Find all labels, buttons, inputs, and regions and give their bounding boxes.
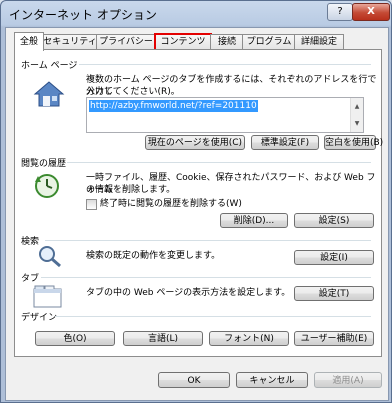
general-tab-panel: ホーム ページ 複数のホーム ページのタブを作成するには、それぞれのアドレスを行… — [14, 49, 383, 357]
search-settings-button[interactable]: 設定(I) — [294, 250, 374, 265]
history-settings-button[interactable]: 設定(S) — [294, 213, 374, 228]
tab-programs[interactable]: プログラム — [242, 34, 296, 50]
home-page-heading: ホーム ページ — [21, 61, 78, 71]
divider — [45, 240, 371, 241]
close-button[interactable]: X — [352, 3, 390, 21]
apply-button[interactable]: 適用(A) — [314, 372, 382, 388]
delete-on-exit-checkbox[interactable] — [86, 199, 97, 210]
tabs-settings-button[interactable]: 設定(T) — [294, 286, 374, 301]
use-default-button[interactable]: 標準設定(F) — [251, 135, 319, 150]
languages-button[interactable]: 言語(L) — [123, 331, 203, 346]
design-heading: デザイン — [21, 313, 58, 323]
home-page-url-text: http://azby.fmworld.net/?ref=201110 — [89, 100, 258, 112]
tabs-description: タブの中の Web ページの表示方法を設定します。 — [86, 288, 291, 298]
colors-button[interactable]: 色(O) — [35, 331, 115, 346]
dialog-client: 全般 セキュリティ プライバシー コンテンツ 接続 プログラム 詳細設定 ホーム… — [5, 27, 389, 401]
fonts-button[interactable]: フォント(N) — [209, 331, 289, 346]
use-current-button[interactable]: 現在のページを使用(C) — [145, 135, 245, 150]
title-bar[interactable]: インターネット オプション ? X — [1, 1, 391, 27]
url-scrollbar[interactable]: ▲ ▼ — [350, 98, 363, 132]
delete-history-button[interactable]: 削除(D)... — [220, 213, 288, 228]
tab-advanced[interactable]: 詳細設定 — [294, 34, 344, 50]
tab-security[interactable]: セキュリティ — [42, 34, 98, 50]
tab-privacy[interactable]: プライバシー — [96, 34, 156, 50]
tab-content[interactable]: コンテンツ — [154, 33, 212, 51]
window-title: インターネット オプション — [9, 8, 157, 22]
internet-options-window: インターネット オプション ? X 全般 セキュリティ プライバシー コンテンツ… — [0, 0, 392, 403]
browsing-history-heading: 閲覧の履歴 — [21, 159, 67, 169]
history-clock-icon — [35, 174, 59, 198]
use-blank-button[interactable]: 空白を使用(B) — [324, 135, 383, 150]
divider — [67, 162, 371, 163]
tab-connections[interactable]: 接続 — [210, 34, 244, 50]
cancel-button[interactable]: キャンセル — [236, 372, 308, 388]
ok-button[interactable]: OK — [158, 372, 230, 388]
divider — [79, 64, 371, 65]
help-button[interactable]: ? — [327, 3, 353, 21]
home-icon — [33, 81, 65, 107]
divider — [41, 277, 371, 278]
home-page-url-input[interactable]: http://azby.fmworld.net/?ref=201110 ▲ ▼ — [86, 97, 364, 133]
tab-general[interactable]: 全般 — [14, 32, 44, 51]
divider — [55, 316, 371, 317]
history-description-line2: の情報を削除します。 — [86, 185, 176, 195]
search-description: 検索の既定の動作を変更します。 — [86, 251, 221, 261]
search-magnifier-icon — [39, 246, 61, 268]
tabs-heading: タブ — [21, 274, 40, 284]
delete-on-exit-label[interactable]: 終了時に閲覧の履歴を削除する(W) — [100, 198, 242, 210]
accessibility-button[interactable]: ユーザー補助(E) — [294, 331, 374, 346]
tabs-window-icon — [33, 285, 62, 308]
